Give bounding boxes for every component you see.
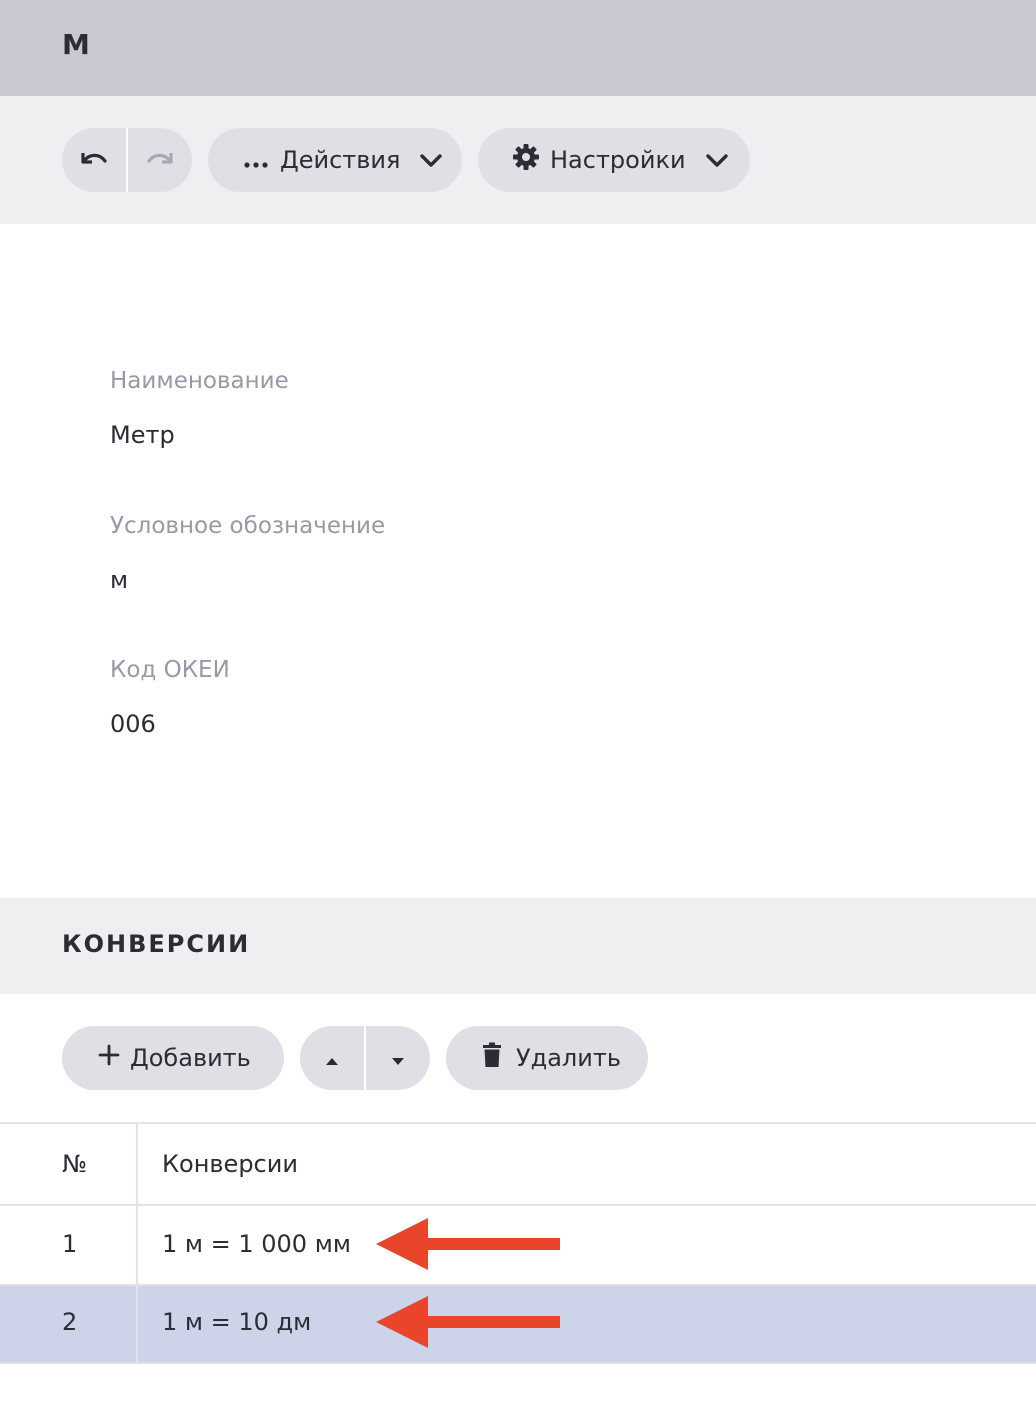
delete-button[interactable]: Удалить [446,1026,648,1090]
settings-label: Настройки [550,146,686,174]
chevron-down-icon [420,146,443,174]
settings-dropdown[interactable]: Настройки [478,128,750,192]
trash-icon [482,1042,502,1074]
caret-up-icon [325,1044,339,1072]
more-dots-icon [244,146,268,174]
move-up-button[interactable] [300,1026,364,1090]
conversions-section-header: КОНВЕРСИИ [0,898,1036,994]
add-label: Добавить [130,1044,251,1072]
okei-label: Код ОКЕИ [110,657,230,683]
row-conversion: 1 м = 10 дм [162,1308,312,1336]
okei-value[interactable]: 006 [110,710,156,738]
actions-dropdown[interactable]: Действия [208,128,462,192]
undo-redo-group [62,128,192,192]
move-group [300,1026,430,1090]
actions-label: Действия [280,146,401,174]
symbol-value[interactable]: м [110,566,128,594]
row-number: 2 [62,1308,78,1336]
name-value[interactable]: Метр [110,421,175,449]
move-down-button[interactable] [366,1026,430,1090]
caret-down-icon [391,1044,405,1072]
symbol-label: Условное обозначение [110,513,386,539]
undo-icon [79,149,109,171]
gear-icon [512,143,540,177]
annotation-arrow-icon [376,1296,560,1348]
plus-icon [98,1044,120,1072]
row-number: 1 [62,1230,78,1258]
delete-label: Удалить [516,1044,621,1072]
redo-button[interactable] [128,128,192,192]
section-title: КОНВЕРСИИ [62,930,251,958]
name-label: Наименование [110,368,289,394]
column-separator [136,1206,138,1284]
row-conversion: 1 м = 1 000 мм [162,1230,351,1258]
annotation-arrow-icon [376,1218,560,1270]
column-header-number[interactable]: № [62,1150,87,1178]
chevron-down-icon [705,146,728,174]
title-bar: М [0,0,1036,96]
table-header: № Конверсии [0,1122,1036,1206]
undo-button[interactable] [62,128,126,192]
window-title: М [62,28,90,61]
add-button[interactable]: Добавить [62,1026,284,1090]
column-separator [136,1286,138,1362]
redo-icon [145,149,175,171]
column-separator [136,1124,138,1204]
column-header-conversions[interactable]: Конверсии [162,1150,298,1178]
toolbar: Действия Настройки [0,96,1036,224]
